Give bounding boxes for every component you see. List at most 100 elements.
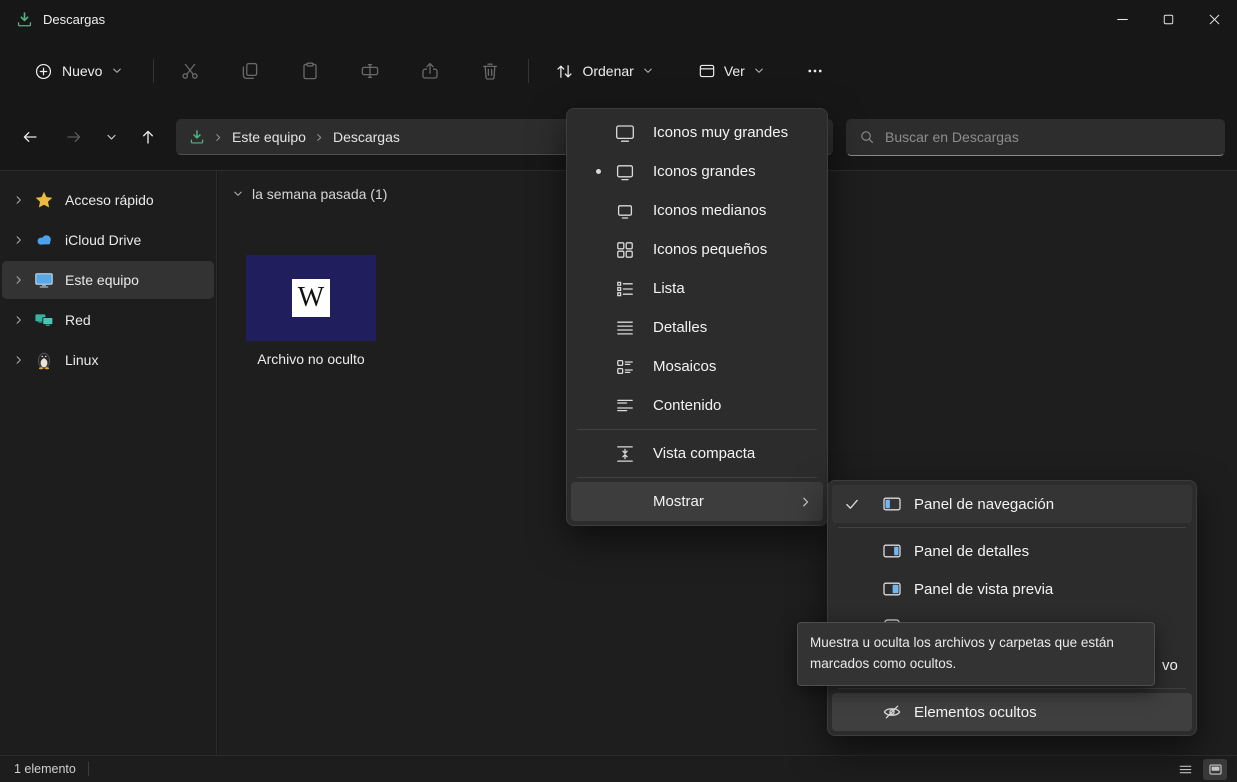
thumbnail-view-toggle[interactable] xyxy=(1203,758,1227,780)
ellipsis-icon xyxy=(806,62,824,80)
sidebar-item-label: Este equipo xyxy=(65,272,139,288)
check-icon xyxy=(838,496,866,512)
chevron-right-icon[interactable] xyxy=(10,234,28,246)
menu-item-iconos-grandes[interactable]: Iconos grandes xyxy=(571,152,823,191)
menu-item-mosaicos[interactable]: Mosaicos xyxy=(571,347,823,386)
new-button[interactable]: Nuevo xyxy=(22,53,135,90)
breadcrumb-chevron-icon xyxy=(213,132,224,143)
eye-hidden-icon xyxy=(880,702,904,722)
sidebar-item-acceso-rapido[interactable]: Acceso rápido xyxy=(2,181,214,219)
titlebar: Descargas xyxy=(0,0,1237,38)
sidebar-item-label: iCloud Drive xyxy=(65,232,142,248)
toolbar-separator xyxy=(528,59,530,83)
clipboard-icon xyxy=(300,61,320,81)
sidebar-item-icloud-drive[interactable]: iCloud Drive xyxy=(2,221,214,259)
show-submenu: Panel de navegación Panel de detalles Pa… xyxy=(827,480,1197,736)
display-lg-icon xyxy=(615,162,635,182)
window-controls xyxy=(1099,0,1237,38)
menu-item-detalles[interactable]: Detalles xyxy=(571,308,823,347)
close-button[interactable] xyxy=(1191,0,1237,38)
chevron-down-icon xyxy=(642,65,654,77)
submenu-item-panel-detalles[interactable]: Panel de detalles xyxy=(832,532,1192,570)
more-options-button[interactable] xyxy=(795,52,835,90)
chevron-right-icon[interactable] xyxy=(10,274,28,286)
star-icon xyxy=(34,190,54,210)
compact-view-icon xyxy=(615,444,635,464)
downloads-folder-icon xyxy=(189,129,205,145)
panel-right-icon xyxy=(880,541,904,561)
chevron-right-icon[interactable] xyxy=(10,314,28,326)
paste-button[interactable] xyxy=(288,52,332,90)
sidebar-item-label: Red xyxy=(65,312,91,328)
tooltip-text: Muestra u oculta los archivos y carpetas… xyxy=(810,635,1114,671)
arrow-left-icon xyxy=(21,128,39,146)
navigation-pane: Acceso rápido iCloud Drive Este equipo R… xyxy=(0,171,217,755)
toolbar-separator xyxy=(153,59,155,83)
menu-separator xyxy=(838,688,1186,689)
recent-locations-button[interactable] xyxy=(96,119,126,155)
submenu-item-panel-navegacion[interactable]: Panel de navegación xyxy=(832,485,1192,523)
view-menu: Iconos muy grandes Iconos grandes Iconos… xyxy=(566,108,828,526)
collapse-chevron-icon[interactable] xyxy=(232,188,244,200)
file-item[interactable]: W Archivo no oculto xyxy=(244,255,378,367)
menu-item-lista[interactable]: Lista xyxy=(571,269,823,308)
sidebar-item-linux[interactable]: Linux xyxy=(2,341,214,379)
maximize-button[interactable] xyxy=(1145,0,1191,38)
forward-button[interactable] xyxy=(56,119,92,155)
delete-button[interactable] xyxy=(468,52,512,90)
selected-bullet xyxy=(581,169,615,174)
details-lines-icon xyxy=(615,318,635,338)
menu-item-mostrar[interactable]: Mostrar xyxy=(571,482,823,521)
view-button-label: Ver xyxy=(723,63,745,79)
arrow-up-icon xyxy=(139,128,157,146)
sidebar-item-label: Linux xyxy=(65,352,99,368)
sidebar-item-label: Acceso rápido xyxy=(65,192,154,208)
plus-circle-icon xyxy=(34,62,53,81)
menu-item-vista-compacta[interactable]: Vista compacta xyxy=(571,434,823,473)
sort-button-label: Ordenar xyxy=(582,63,634,79)
chevron-down-icon xyxy=(111,65,123,77)
file-name-label: Archivo no oculto xyxy=(257,351,365,367)
details-view-toggle[interactable] xyxy=(1173,759,1197,780)
cloud-icon xyxy=(34,230,54,250)
minimize-button[interactable] xyxy=(1099,0,1145,38)
rename-button[interactable] xyxy=(348,52,392,90)
sidebar-item-este-equipo[interactable]: Este equipo xyxy=(2,261,214,299)
chevron-right-icon[interactable] xyxy=(10,354,28,366)
maximize-icon xyxy=(1160,11,1177,28)
command-bar: Nuevo Ordenar Ver xyxy=(0,38,1237,104)
share-button[interactable] xyxy=(408,52,452,90)
breadcrumb-descargas[interactable]: Descargas xyxy=(333,129,400,145)
back-button[interactable] xyxy=(12,119,48,155)
chevron-down-icon xyxy=(753,65,765,77)
share-icon xyxy=(420,61,440,81)
breadcrumb-este-equipo[interactable]: Este equipo xyxy=(232,129,306,145)
close-icon xyxy=(1205,10,1224,29)
menu-item-iconos-pequenos[interactable]: Iconos pequeños xyxy=(571,230,823,269)
copy-button[interactable] xyxy=(228,52,272,90)
view-button[interactable]: Ver xyxy=(688,53,775,89)
menu-item-contenido[interactable]: Contenido xyxy=(571,386,823,425)
chevron-right-icon xyxy=(799,495,813,509)
submenu-item-panel-vista-previa[interactable]: Panel de vista previa xyxy=(832,570,1192,608)
copy-icon xyxy=(240,61,260,81)
menu-item-iconos-muy-grandes[interactable]: Iconos muy grandes xyxy=(571,113,823,152)
up-button[interactable] xyxy=(130,119,166,155)
sort-button[interactable]: Ordenar xyxy=(545,53,663,90)
panel-left-icon xyxy=(880,494,904,514)
search-icon xyxy=(859,129,875,145)
sidebar-item-red[interactable]: Red xyxy=(2,301,214,339)
window-title: Descargas xyxy=(43,11,106,27)
display-md-icon xyxy=(615,201,635,221)
search-input[interactable] xyxy=(885,129,1212,145)
statusbar-view-toggles xyxy=(1173,758,1227,780)
submenu-item-elementos-ocultos[interactable]: Elementos ocultos xyxy=(832,693,1192,731)
computer-icon xyxy=(34,270,54,290)
menu-item-iconos-medianos[interactable]: Iconos medianos xyxy=(571,191,823,230)
cut-button[interactable] xyxy=(168,52,212,90)
chevron-down-icon xyxy=(105,131,118,144)
group-header-label: la semana pasada (1) xyxy=(252,186,388,202)
chevron-right-icon[interactable] xyxy=(10,194,28,206)
item-count: 1 elemento xyxy=(14,762,76,776)
tiles-icon xyxy=(615,357,635,377)
